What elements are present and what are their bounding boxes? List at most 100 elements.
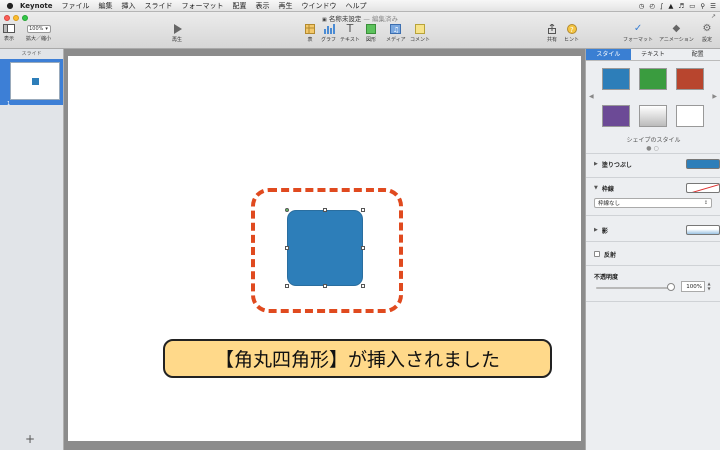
bluetooth-icon[interactable]: ∫ (660, 2, 663, 10)
menu-help[interactable]: ヘルプ (346, 1, 367, 11)
opacity-slider-knob[interactable] (667, 283, 675, 291)
tab-text[interactable]: テキスト (631, 49, 676, 60)
border-style-select[interactable]: 枠線なし ↕ (594, 198, 712, 208)
tab-style[interactable]: スタイル (586, 49, 631, 60)
animate-button[interactable]: ◆ アニメーション (659, 24, 694, 44)
media-button[interactable]: ♫ メディア (386, 24, 406, 43)
shape-label: 図形 (366, 37, 377, 43)
apple-menu-icon[interactable]: ● (0, 1, 20, 10)
document-label: 設定 (702, 37, 713, 43)
view-button[interactable]: 表示 (3, 24, 15, 42)
thumbnail-shape (32, 78, 39, 85)
border-row[interactable]: ▼ 枠線 (594, 182, 720, 194)
slide-navigator: スライド 1 + (0, 49, 64, 450)
slide[interactable]: 【角丸四角形】が挿入されました (68, 56, 581, 441)
menu-play[interactable]: 再生 (279, 1, 293, 11)
style-swatch-outline[interactable] (676, 105, 704, 127)
text-button[interactable]: T テキスト (340, 22, 360, 43)
disclosure-triangle-icon[interactable]: ▶ (594, 227, 598, 233)
clock-icon[interactable]: ◴ (649, 2, 655, 10)
shadow-row[interactable]: ▶ 影 (594, 224, 720, 236)
reflection-row[interactable]: 反射 (594, 248, 714, 260)
menu-edit[interactable]: 編集 (99, 1, 113, 11)
menu-app-name[interactable]: Keynote (20, 2, 53, 10)
notification-center-icon[interactable]: ☰ (710, 2, 716, 10)
wifi-icon[interactable]: ▲ (668, 2, 673, 10)
volume-icon[interactable]: ♬ (678, 2, 684, 10)
menu-insert[interactable]: 挿入 (122, 1, 136, 11)
document-button[interactable]: ⚙ 設定 (702, 23, 713, 44)
opacity-slider[interactable] (596, 287, 671, 289)
chevron-right-icon[interactable]: ▶ (712, 93, 717, 100)
format-button[interactable]: ✓ フォーマット (623, 24, 653, 44)
share-label: 共有 (547, 37, 558, 43)
zoom-control[interactable]: 100% ▾ 拡大／縮小 (26, 25, 51, 42)
shape-icon (366, 24, 376, 34)
style-swatch-blue[interactable] (602, 68, 630, 90)
menu-window[interactable]: ウインドウ (302, 1, 337, 11)
divider (586, 301, 720, 302)
selection-handle[interactable] (285, 284, 289, 288)
format-inspector: スタイル テキスト 配置 ◀ ▶ シェイプのスタイル ●○ ▶ 塗りつぶし ▼ … (585, 49, 720, 450)
chart-button[interactable]: グラフ (321, 24, 336, 43)
window-title: ▣ 名称未設定 — 編集済み (0, 13, 720, 23)
comment-button[interactable]: コメント (410, 24, 430, 43)
menu-file[interactable]: ファイル (62, 1, 90, 11)
divider (586, 265, 720, 266)
menu-view[interactable]: 表示 (256, 1, 270, 11)
opacity-label: 不透明度 (594, 273, 619, 281)
comment-icon (415, 24, 425, 34)
border-color-well[interactable] (686, 183, 720, 193)
chevron-updown-icon: ↕ (703, 200, 708, 206)
fill-row[interactable]: ▶ 塗りつぶし (594, 158, 720, 170)
text-icon: T (346, 22, 354, 35)
selection-handle[interactable] (361, 246, 365, 250)
selection-handle[interactable] (285, 208, 289, 212)
time-machine-icon[interactable]: ◷ (639, 2, 645, 10)
chevron-left-icon[interactable]: ◀ (589, 93, 594, 100)
fullscreen-icon[interactable]: ↗ (711, 13, 716, 20)
play-button[interactable]: 再生 (172, 24, 182, 43)
table-button[interactable]: 表 (305, 24, 315, 43)
selection-handle[interactable] (323, 284, 327, 288)
reflection-checkbox[interactable] (594, 251, 600, 257)
disclosure-triangle-icon[interactable]: ▼ (594, 185, 598, 191)
opacity-field[interactable]: 100% (681, 281, 705, 292)
style-swatch-green[interactable] (639, 68, 667, 90)
selection-handle[interactable] (323, 208, 327, 212)
tab-arrange[interactable]: 配置 (675, 49, 720, 60)
menu-arrange[interactable]: 配置 (233, 1, 247, 11)
add-slide-button[interactable]: + (25, 432, 35, 446)
spotlight-icon[interactable]: ⚲ (700, 2, 705, 10)
slide-thumbnail[interactable] (10, 62, 60, 100)
chart-icon (323, 24, 335, 34)
rounded-rectangle-shape[interactable] (287, 210, 363, 286)
opacity-row: 不透明度 (594, 271, 714, 281)
selection-handle[interactable] (361, 208, 365, 212)
selection-handle[interactable] (361, 284, 365, 288)
menu-format[interactable]: フォーマット (182, 1, 224, 11)
shape-button[interactable]: 図形 (366, 24, 376, 43)
menu-slide[interactable]: スライド (145, 1, 173, 11)
shadow-label: 影 (601, 227, 608, 235)
zoom-value: 100% (29, 26, 44, 32)
style-swatch-purple[interactable] (602, 105, 630, 127)
style-swatch-gradient[interactable] (639, 105, 667, 127)
shadow-preview[interactable] (686, 225, 720, 235)
divider (586, 177, 720, 178)
opacity-stepper[interactable]: ▲ ▼ (706, 281, 712, 292)
selection-handle[interactable] (285, 246, 289, 250)
view-label: 表示 (3, 36, 14, 42)
share-button[interactable]: 共有 (547, 24, 557, 43)
help-icon: ? (566, 24, 577, 34)
fill-color-well[interactable] (686, 159, 720, 169)
disclosure-triangle-icon[interactable]: ▶ (594, 161, 598, 167)
zoom-select[interactable]: 100% ▾ (26, 25, 51, 33)
tips-button[interactable]: ? ヒント (564, 24, 579, 43)
page-dots[interactable]: ●○ (586, 145, 720, 152)
gear-icon: ⚙ (702, 23, 712, 34)
style-swatch-red[interactable] (676, 68, 704, 90)
slide-navigator-header: スライド (21, 51, 42, 57)
battery-icon[interactable]: ▭ (689, 2, 695, 10)
zoom-label: 拡大／縮小 (26, 36, 52, 42)
